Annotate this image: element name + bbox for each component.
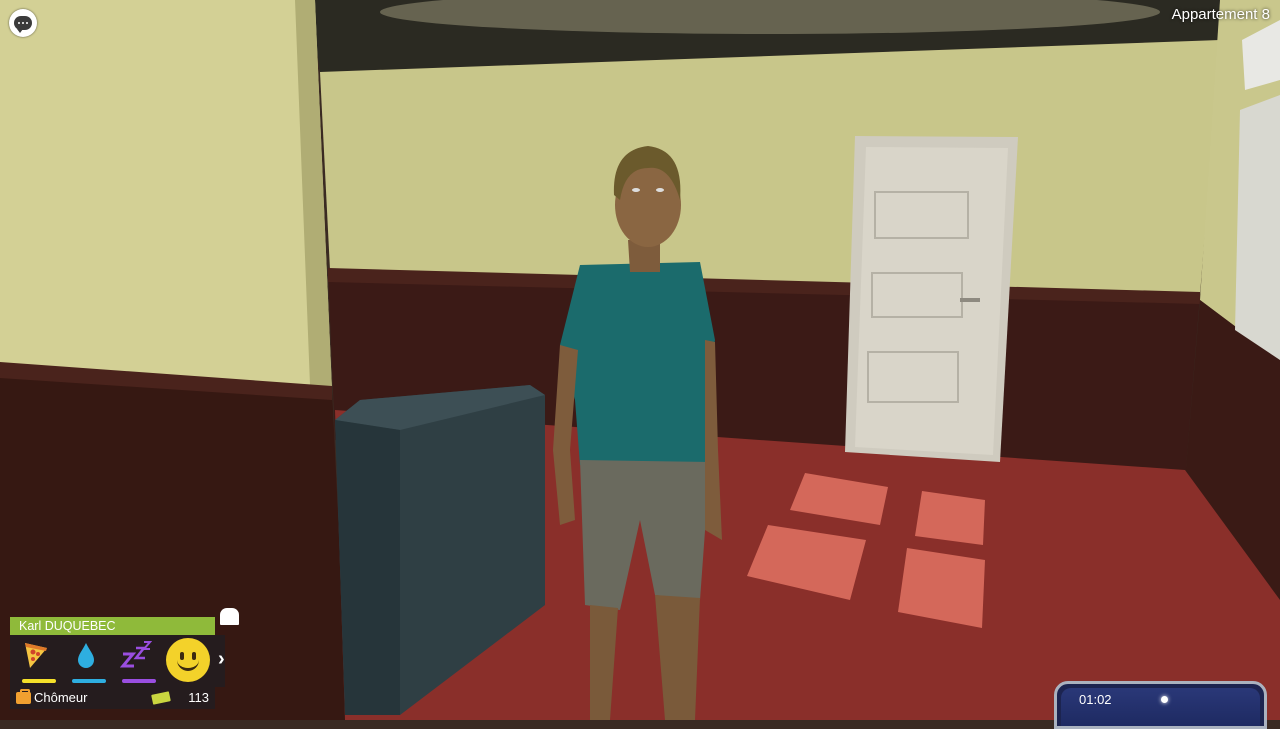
location-label: Appartement 8 (1171, 6, 1270, 23)
clock-time: 01:02 (1079, 692, 1112, 707)
sleep-bar (122, 679, 156, 683)
status-footer: Chômeur 113 (10, 687, 215, 709)
briefcase-icon (16, 689, 31, 704)
need-sleep (114, 638, 158, 684)
needs-bar: › (10, 635, 225, 687)
need-hunger (14, 638, 58, 684)
thirst-bar (72, 679, 106, 683)
money-icon (151, 691, 171, 705)
chevron-right-icon[interactable]: › (218, 648, 225, 671)
job-label: Chômeur (34, 690, 88, 705)
money-value: 113 (188, 690, 209, 705)
sleep-zzz-icon (114, 640, 158, 670)
game-scene (0, 0, 1280, 720)
hunger-bar (22, 679, 56, 683)
sun-icon (1161, 696, 1168, 703)
need-thirst (64, 638, 108, 684)
character-status-panel: Karl DUQUEBEC › Chômeur 113 (9, 608, 239, 710)
character-name: Karl DUQUEBEC (10, 617, 215, 635)
time-widget: 01:02 (1054, 681, 1267, 729)
pizza-icon (14, 640, 58, 670)
tag-icon[interactable] (220, 608, 239, 625)
chat-bubble-icon (14, 16, 32, 33)
smiley-icon (166, 638, 210, 682)
water-drop-icon (64, 640, 108, 670)
chat-button[interactable] (9, 9, 37, 37)
